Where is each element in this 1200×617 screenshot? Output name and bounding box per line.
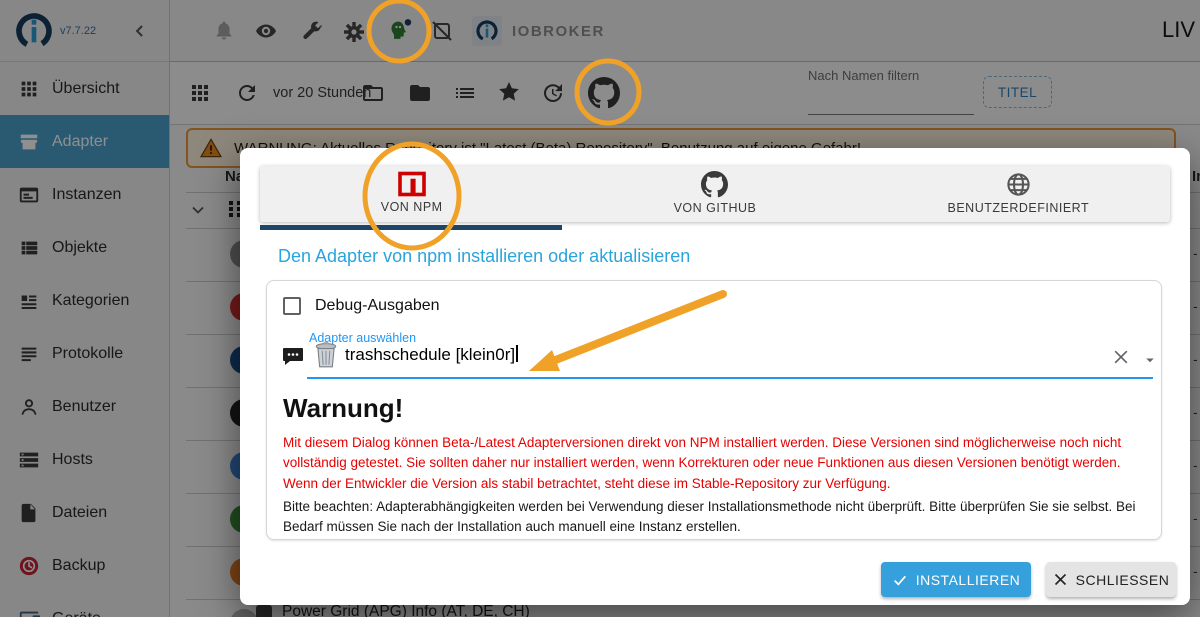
close-button-label: SCHLIESSEN bbox=[1075, 571, 1170, 588]
dialog-warning-title: Warnung! bbox=[283, 393, 404, 423]
dialog-headline: Den Adapter von npm installieren oder ak… bbox=[278, 246, 691, 266]
close-button[interactable]: SCHLIESSEN bbox=[1046, 562, 1176, 597]
iobroker-admin-screen: v7.7.22 Übersicht Adapter Instanzen Obje… bbox=[0, 0, 1200, 617]
install-button[interactable]: INSTALLIEREN bbox=[881, 562, 1031, 597]
tab-benutzerdefiniert[interactable]: BENUTZERDEFINIERT bbox=[867, 166, 1170, 222]
npm-icon bbox=[397, 171, 426, 197]
comment-bubble-icon bbox=[283, 348, 303, 365]
npm-install-form: Debug-Ausgaben Adapter auswählen trashsc… bbox=[266, 280, 1162, 540]
dialog-warning-text: Mit diesem Dialog können Beta-/Latest Ad… bbox=[283, 435, 1122, 491]
tab-label: VON NPM bbox=[380, 200, 443, 214]
tab-von-npm[interactable]: VON NPM bbox=[260, 166, 563, 222]
text-cursor bbox=[516, 345, 518, 362]
tab-von-github[interactable]: VON GITHUB bbox=[563, 166, 866, 222]
check-icon bbox=[893, 575, 906, 586]
adapter-select-input[interactable]: trashschedule [klein0r] bbox=[345, 345, 518, 365]
tab-label: VON GITHUB bbox=[673, 201, 757, 215]
install-source-tabs: VON NPM VON GITHUB BENUTZERDEFINIERT bbox=[260, 166, 1170, 222]
dialog-note-text: Bitte beachten: Adapterabhängigkeiten we… bbox=[283, 499, 1136, 535]
clear-selection-icon[interactable] bbox=[1111, 347, 1131, 367]
adapter-select-value: trashschedule [klein0r] bbox=[345, 345, 516, 364]
install-adapter-dialog: VON NPM VON GITHUB BENUTZERDEFINIERT Den… bbox=[240, 148, 1190, 605]
tab-label: BENUTZERDEFINIERT bbox=[947, 201, 1090, 215]
dropdown-arrow-icon[interactable] bbox=[1141, 351, 1159, 369]
active-tab-indicator bbox=[260, 225, 562, 230]
install-button-label: INSTALLIEREN bbox=[915, 571, 1021, 588]
trashschedule-adapter-icon bbox=[315, 342, 337, 368]
debug-output-checkbox[interactable] bbox=[283, 297, 301, 315]
debug-output-label: Debug-Ausgaben bbox=[315, 297, 440, 314]
close-x-icon bbox=[1054, 573, 1066, 586]
github-icon bbox=[701, 171, 729, 198]
globe-icon bbox=[1007, 173, 1030, 196]
adapter-input-underline bbox=[307, 377, 1153, 379]
